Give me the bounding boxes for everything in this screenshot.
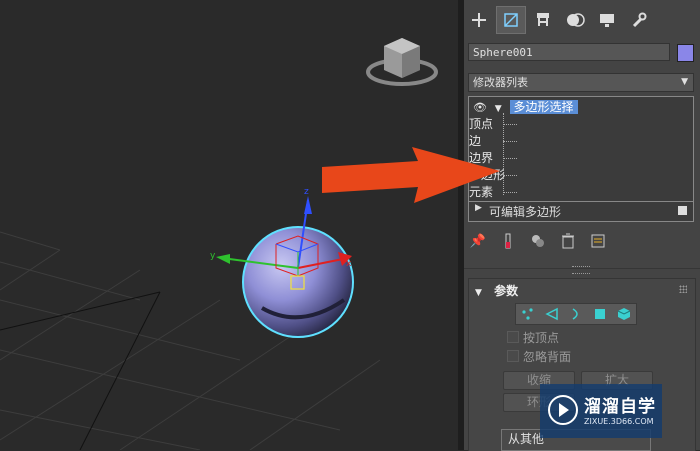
object-color-swatch[interactable]	[677, 44, 694, 62]
axis-label-x: x	[346, 259, 352, 269]
sphere-object[interactable]	[242, 226, 354, 338]
tab-motion[interactable]	[560, 6, 590, 34]
annotation-arrow	[322, 147, 500, 203]
show-end-result-icon[interactable]	[498, 231, 518, 251]
play-logo-icon	[548, 395, 578, 425]
modifier-list-dropdown[interactable]: 修改器列表 ▼	[468, 73, 694, 92]
vertex-mode-icon[interactable]	[516, 304, 540, 324]
edge-mode-icon[interactable]	[540, 304, 564, 324]
panel-resize-grip[interactable]	[572, 266, 590, 274]
command-panel-tabs	[464, 6, 656, 36]
ignore-backfacing-checkbox[interactable]: 忽略背面	[507, 349, 571, 365]
collapse-icon: ▼	[475, 288, 482, 298]
ignore-backfacing-label: 忽略背面	[523, 350, 572, 364]
tab-hierarchy[interactable]	[528, 6, 558, 34]
pin-stack-icon[interactable]: 📌	[468, 231, 488, 251]
expand-down-icon[interactable]: ▼	[495, 104, 502, 114]
stack-item-polygon-select[interactable]: 👁 ▼ 多边形选择	[473, 99, 578, 115]
stack-toolbar: 📌	[468, 230, 694, 252]
axis-label-y: y	[210, 251, 216, 261]
element-mode-icon[interactable]	[612, 304, 636, 324]
modifier-list-label: 修改器列表	[473, 76, 528, 89]
by-vertex-label: 按顶点	[523, 331, 560, 345]
watermark-title: 溜溜自学	[584, 397, 656, 417]
object-name-field[interactable]: Sphere001	[468, 43, 670, 61]
axis-label-z: z	[304, 187, 309, 197]
make-unique-icon[interactable]	[528, 231, 548, 251]
watermark-logo: 溜溜自学 ZIXUE.3D66.COM	[540, 384, 662, 438]
rollout-header[interactable]: ▼ 参数	[475, 282, 518, 299]
viewcube[interactable]	[366, 38, 438, 86]
eye-icon[interactable]: 👁	[473, 101, 487, 114]
stack-item-label: 多边形选择	[509, 100, 578, 114]
tab-create[interactable]	[464, 6, 494, 34]
chevron-down-icon: ▼	[681, 77, 688, 87]
tab-modify[interactable]	[496, 6, 526, 34]
modifier-toggle-icon[interactable]	[678, 206, 687, 215]
plus-icon	[472, 13, 486, 27]
subobject-vertex[interactable]: 顶点	[469, 116, 493, 132]
tab-display[interactable]	[592, 6, 622, 34]
by-vertex-checkbox[interactable]: 按顶点	[507, 330, 559, 346]
border-mode-icon[interactable]	[564, 304, 588, 324]
perspective-viewport[interactable]: y x z	[0, 0, 458, 450]
subobject-mode-buttons	[515, 303, 637, 325]
wrench-icon	[632, 12, 647, 28]
rollout-title: 参数	[494, 284, 519, 298]
configure-modifier-sets-icon[interactable]	[588, 231, 608, 251]
motion-icon	[567, 13, 585, 27]
modify-icon	[504, 13, 518, 27]
viewport-scene: y x z	[0, 38, 438, 450]
display-icon	[600, 14, 614, 27]
trash-icon[interactable]	[558, 231, 578, 251]
polygon-mode-icon[interactable]	[588, 304, 612, 324]
rollout-grip-icon	[679, 285, 687, 293]
watermark-url: ZIXUE.3D66.COM	[584, 417, 654, 426]
tab-utilities[interactable]	[624, 6, 654, 34]
hierarchy-icon	[537, 13, 549, 26]
